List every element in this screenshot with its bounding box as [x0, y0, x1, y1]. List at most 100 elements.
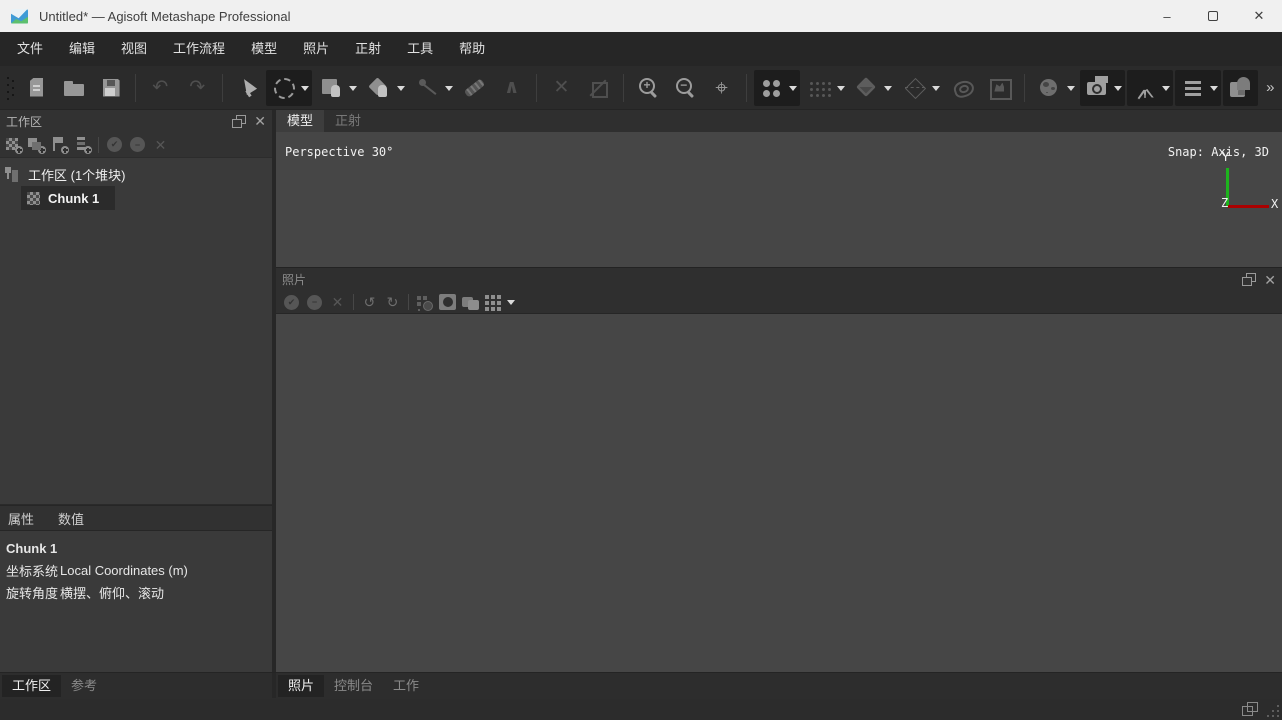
crop-selection-button[interactable]: [581, 70, 616, 106]
remove-photo-button[interactable]: ✕: [326, 291, 349, 313]
ruler-button[interactable]: [458, 70, 493, 106]
toolbar-overflow-button[interactable]: »: [1260, 70, 1281, 106]
model-wireframe-view-button[interactable]: [897, 70, 943, 106]
toolbar-grip[interactable]: [4, 74, 16, 102]
resize-grip[interactable]: [1267, 705, 1279, 717]
menu-file[interactable]: 文件: [4, 32, 56, 66]
remove-item-button[interactable]: ✕: [149, 134, 172, 156]
close-button[interactable]: ✕: [1236, 0, 1282, 32]
float-panel-icon[interactable]: [232, 115, 246, 128]
open-document-button[interactable]: [56, 70, 91, 106]
tree-root-label: 工作区 (1个堆块): [28, 165, 126, 184]
new-document-button[interactable]: [20, 70, 55, 106]
property-name: 坐标系统: [0, 561, 60, 580]
zoom-out-button[interactable]: −: [667, 70, 702, 106]
tab-jobs[interactable]: 工作: [383, 675, 429, 697]
rotate-cw-icon: ↻: [384, 294, 402, 310]
enable-photo-button[interactable]: ✔: [280, 291, 303, 313]
dem-contours-view-button[interactable]: [945, 70, 980, 106]
tab-reference[interactable]: 参考: [61, 675, 107, 697]
diamond-hand-icon: [367, 76, 391, 100]
delete-selection-button[interactable]: ✕: [544, 70, 579, 106]
thumbnail-grid-button[interactable]: [482, 291, 516, 313]
check-circle-icon: ✔: [107, 137, 122, 152]
menu-model[interactable]: 模型: [238, 32, 290, 66]
menu-workflow[interactable]: 工作流程: [160, 32, 238, 66]
preview-mode-button[interactable]: [436, 291, 459, 313]
photo-stack-icon: [1228, 76, 1252, 100]
details-view-button[interactable]: [459, 291, 482, 313]
tree-root-row[interactable]: 工作区 (1个堆块): [0, 163, 272, 185]
menu-photo[interactable]: 照片: [290, 32, 342, 66]
rotate-object-button[interactable]: [362, 70, 408, 106]
tie-points-view-button[interactable]: [802, 70, 848, 106]
add-scalebar-button[interactable]: [71, 134, 94, 156]
selection-arrow-button[interactable]: [230, 70, 265, 106]
menu-ortho[interactable]: 正射: [342, 32, 394, 66]
point-cloud-view-button[interactable]: [754, 70, 800, 106]
projection-label: Perspective 30°: [285, 145, 393, 159]
show-camera-stations-button[interactable]: [1127, 70, 1173, 106]
toolbar-separator: [623, 74, 624, 102]
disable-item-button[interactable]: −: [126, 134, 149, 156]
minus-circle-icon: −: [130, 137, 145, 152]
add-marker-icon: [51, 136, 68, 153]
rectangle-selection-button[interactable]: [314, 70, 360, 106]
maximize-icon: [1208, 11, 1218, 21]
show-basemap-button[interactable]: [1032, 70, 1078, 106]
float-panel-icon[interactable]: [1242, 273, 1256, 286]
measure-angle-button[interactable]: ∧: [494, 70, 529, 106]
tree-chunk-row[interactable]: Chunk 1: [21, 186, 115, 210]
add-chunk-button[interactable]: [2, 134, 25, 156]
orthomosaic-view-button[interactable]: [982, 70, 1017, 106]
disable-photo-button[interactable]: −: [303, 291, 326, 313]
chunk-icon: [27, 192, 40, 205]
zoom-in-button[interactable]: +: [631, 70, 666, 106]
close-panel-icon[interactable]: ✕: [254, 114, 266, 128]
photos-panel-titlebar: 照片 ✕: [276, 268, 1282, 291]
save-icon: [99, 76, 123, 100]
menu-view[interactable]: 视图: [108, 32, 160, 66]
show-cameras-button[interactable]: [1080, 70, 1126, 106]
workspace-panel-titlebar: 工作区 ✕: [0, 110, 272, 132]
draw-polyline-button[interactable]: [410, 70, 456, 106]
model-shaded-view-button[interactable]: [850, 70, 896, 106]
dropdown-caret-icon: [1067, 86, 1075, 91]
properties-panel: 属性 数值 Chunk 1 坐标系统 Local Coordinates (m)…: [0, 505, 272, 672]
menu-help[interactable]: 帮助: [446, 32, 498, 66]
panel-layout-icon[interactable]: [1242, 702, 1258, 716]
tab-photos[interactable]: 照片: [278, 675, 324, 697]
maximize-button[interactable]: [1190, 0, 1236, 32]
redo-button[interactable]: ↷: [180, 70, 215, 106]
reset-view-button[interactable]: ⌖: [704, 70, 739, 106]
save-button[interactable]: [93, 70, 128, 106]
filter-photos-button[interactable]: [413, 291, 436, 313]
axis-x-line: [1228, 205, 1269, 208]
add-marker-button[interactable]: [48, 134, 71, 156]
rotate-cw-button[interactable]: ↻: [381, 291, 404, 313]
show-thumbnails-button[interactable]: [1223, 70, 1258, 106]
show-items-menu-button[interactable]: [1175, 70, 1221, 106]
model-viewport[interactable]: Perspective 30° Snap: Axis, 3D Y Z X: [276, 132, 1282, 267]
add-photos-button[interactable]: [25, 134, 48, 156]
dropdown-caret-icon: [301, 86, 309, 91]
ellipse-selection-button[interactable]: [266, 70, 312, 106]
tab-ortho[interactable]: 正射: [324, 110, 372, 132]
zoom-in-icon: +: [636, 76, 660, 100]
enable-item-button[interactable]: ✔: [103, 134, 126, 156]
tab-model[interactable]: 模型: [276, 110, 324, 132]
main-toolbar: ↶ ↷ ∧ ✕ + − ⌖ »: [0, 66, 1282, 110]
undo-button[interactable]: ↶: [143, 70, 178, 106]
contours-icon: [951, 76, 975, 100]
rotate-ccw-button[interactable]: ↺: [358, 291, 381, 313]
menu-edit[interactable]: 编辑: [56, 32, 108, 66]
preview-circle-icon: [439, 294, 456, 310]
menu-tools[interactable]: 工具: [394, 32, 446, 66]
tab-workspace[interactable]: 工作区: [2, 675, 61, 697]
photos-content-area[interactable]: [276, 314, 1282, 671]
dropdown-caret-icon: [837, 86, 845, 91]
close-panel-icon[interactable]: ✕: [1264, 273, 1276, 287]
minimize-button[interactable]: –: [1144, 0, 1190, 32]
camera-tripod-icon: [1133, 76, 1157, 100]
tab-console[interactable]: 控制台: [324, 675, 383, 697]
